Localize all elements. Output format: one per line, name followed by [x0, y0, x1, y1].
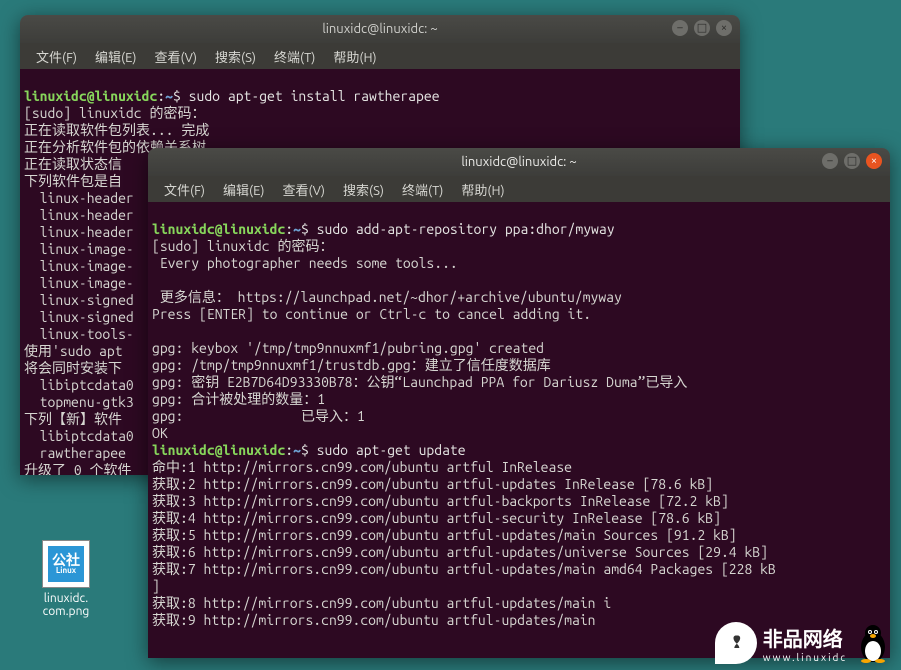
line: Every photographer needs some tools... — [152, 255, 458, 271]
line: linux-signed — [24, 292, 134, 308]
line: linux-signed — [24, 309, 134, 325]
thumb-text-1: 公社 — [52, 553, 80, 567]
prompt-sep: : — [285, 442, 293, 458]
line: Press [ENTER] to continue or Ctrl-c to c… — [152, 306, 591, 322]
window-title: linuxidc@linuxidc: ~ — [461, 155, 576, 169]
prompt-end: $ — [173, 88, 189, 104]
file-label: linuxidc. com.png — [30, 592, 102, 618]
minimize-button[interactable]: – — [672, 20, 688, 36]
menu-edit[interactable]: 编辑(E) — [215, 177, 272, 202]
prompt-sep: : — [285, 221, 293, 237]
line: 将会同时安装下 — [24, 360, 122, 376]
prompt-user: linuxidc@linuxidc — [24, 88, 157, 104]
line: [sudo] linuxidc 的密码： — [24, 105, 205, 121]
line: gpg: keybox '/tmp/tmp9nnuxmf1/pubring.gp… — [152, 340, 544, 356]
thumb-text-2: Linux — [56, 567, 76, 575]
prompt-path: ~ — [293, 442, 301, 458]
prompt-user: linuxidc@linuxidc — [152, 221, 285, 237]
line: 命中:1 http://mirrors.cn99.com/ubuntu artf… — [152, 459, 572, 475]
line: linux-header — [24, 207, 134, 223]
prompt-user: linuxidc@linuxidc — [152, 442, 285, 458]
line: 获取:9 http://mirrors.cn99.com/ubuntu artf… — [152, 612, 596, 628]
prompt-sep: : — [157, 88, 165, 104]
prompt-path: ~ — [165, 88, 173, 104]
line: 下列【新】软件 — [24, 411, 122, 427]
prompt-end: $ — [301, 221, 317, 237]
line: linux-tools- — [24, 326, 134, 342]
terminal-window-2: linuxidc@linuxidc: ~ – □ × 文件(F) 编辑(E) 查… — [148, 148, 890, 658]
titlebar[interactable]: linuxidc@linuxidc: ~ – □ × — [20, 15, 740, 43]
terminal-output[interactable]: linuxidc@linuxidc:~$ sudo add-apt-reposi… — [148, 202, 890, 658]
prompt-end: $ — [301, 442, 317, 458]
titlebar[interactable]: linuxidc@linuxidc: ~ – □ × — [148, 148, 890, 176]
line: 使用'sudo apt — [24, 343, 130, 359]
menu-terminal[interactable]: 终端(T) — [266, 44, 323, 69]
line: linux-header — [24, 224, 134, 240]
menu-view[interactable]: 查看(V) — [275, 177, 333, 202]
line: 升级了 0 个软件 — [24, 462, 132, 475]
menu-search[interactable]: 搜索(S) — [335, 177, 392, 202]
line: linux-image- — [24, 258, 134, 274]
line: 获取:6 http://mirrors.cn99.com/ubuntu artf… — [152, 544, 768, 560]
menu-file[interactable]: 文件(F) — [28, 44, 85, 69]
line: linux-image- — [24, 275, 134, 291]
line: 更多信息： https://launchpad.net/~dhor/+archi… — [152, 289, 622, 305]
line: topmenu-gtk3 — [24, 394, 134, 410]
line: gpg: /tmp/tmp9nnuxmf1/trustdb.gpg：建立了信任度… — [152, 357, 551, 373]
menubar: 文件(F) 编辑(E) 查看(V) 搜索(S) 终端(T) 帮助(H) — [20, 43, 740, 69]
menu-search[interactable]: 搜索(S) — [207, 44, 264, 69]
close-button[interactable]: × — [866, 153, 882, 169]
menubar: 文件(F) 编辑(E) 查看(V) 搜索(S) 终端(T) 帮助(H) — [148, 176, 890, 202]
watermark-bubble-icon — [715, 622, 757, 664]
penguin-icon — [855, 623, 891, 663]
close-button[interactable]: × — [716, 20, 732, 36]
watermark: 非品网络 www.linuxidc — [715, 622, 891, 664]
menu-help[interactable]: 帮助(H) — [325, 44, 384, 69]
line: 获取:4 http://mirrors.cn99.com/ubuntu artf… — [152, 510, 721, 526]
line: [sudo] linuxidc 的密码： — [152, 238, 333, 254]
menu-edit[interactable]: 编辑(E) — [87, 44, 144, 69]
watermark-sub: www.linuxidc — [763, 652, 847, 663]
line: 获取:7 http://mirrors.cn99.com/ubuntu artf… — [152, 561, 776, 577]
line: 获取:8 http://mirrors.cn99.com/ubuntu artf… — [152, 595, 611, 611]
line: libiptcdata0 — [24, 428, 134, 444]
file-thumbnail: 公社 Linux — [42, 540, 90, 588]
watermark-text: 非品网络 — [763, 627, 843, 650]
minimize-button[interactable]: – — [822, 153, 838, 169]
prompt-path: ~ — [293, 221, 301, 237]
line: linux-image- — [24, 241, 134, 257]
cmd: sudo add-apt-repository ppa:dhor/myway — [317, 221, 615, 237]
line: libiptcdata0 — [24, 377, 134, 393]
line: ] — [152, 578, 160, 594]
cmd: sudo apt-get install rawtherapee — [189, 88, 440, 104]
maximize-button[interactable]: □ — [694, 20, 710, 36]
line: 下列软件包是自 — [24, 173, 122, 189]
window-title: linuxidc@linuxidc: ~ — [322, 22, 437, 36]
line: gpg: 已导入：1 — [152, 408, 365, 424]
menu-terminal[interactable]: 终端(T) — [394, 177, 451, 202]
cmd: sudo apt-get update — [317, 442, 466, 458]
line: gpg: 密钥 E2B7D64D93330B78：公钥“Launchpad PP… — [152, 374, 687, 390]
menu-help[interactable]: 帮助(H) — [453, 177, 512, 202]
line: gpg: 合计被处理的数量：1 — [152, 391, 325, 407]
line: 获取:5 http://mirrors.cn99.com/ubuntu artf… — [152, 527, 737, 543]
line: rawtherapee — [24, 445, 126, 461]
line: 正在读取软件包列表... 完成 — [24, 122, 209, 138]
maximize-button[interactable]: □ — [844, 153, 860, 169]
desktop-file-icon[interactable]: 公社 Linux linuxidc. com.png — [30, 540, 102, 618]
line: 获取:3 http://mirrors.cn99.com/ubuntu artf… — [152, 493, 729, 509]
line: 正在读取状态信 — [24, 156, 122, 172]
menu-view[interactable]: 查看(V) — [147, 44, 205, 69]
menu-file[interactable]: 文件(F) — [156, 177, 213, 202]
line: linux-header — [24, 190, 134, 206]
line: 获取:2 http://mirrors.cn99.com/ubuntu artf… — [152, 476, 713, 492]
line: OK — [152, 425, 168, 441]
